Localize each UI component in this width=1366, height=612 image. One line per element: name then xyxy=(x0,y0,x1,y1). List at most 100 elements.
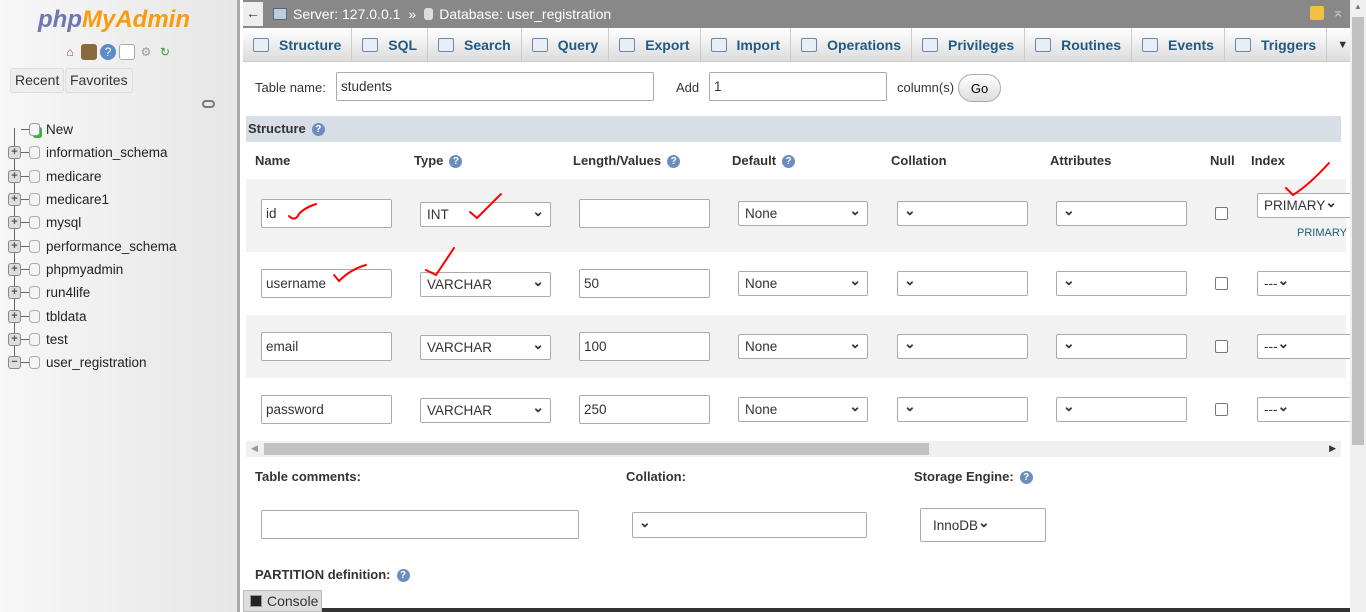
column-attributes-select[interactable] xyxy=(1056,334,1187,359)
tree-item-test[interactable]: + test xyxy=(8,328,177,351)
tree-item-label[interactable]: test xyxy=(46,332,68,347)
storage-engine-select[interactable]: InnoDB xyxy=(920,508,1046,542)
column-index-select[interactable]: --- xyxy=(1257,271,1350,296)
column-default-select[interactable]: None xyxy=(738,201,868,226)
collapse-icon[interactable]: − xyxy=(8,356,21,370)
column-name-input[interactable] xyxy=(261,394,392,424)
tree-item-label[interactable]: medicare xyxy=(46,169,102,184)
tree-item-mysql[interactable]: + mysql xyxy=(8,211,177,234)
expand-icon[interactable]: + xyxy=(8,309,21,323)
tree-item-label[interactable]: performance_schema xyxy=(46,239,177,254)
column-null-checkbox[interactable] xyxy=(1215,340,1228,353)
tab-routines[interactable]: Routines xyxy=(1025,28,1133,61)
tree-item-label[interactable]: information_schema xyxy=(46,145,168,160)
expand-icon[interactable]: + xyxy=(8,169,21,183)
tree-item-label[interactable]: medicare1 xyxy=(46,192,109,207)
column-attributes-select[interactable] xyxy=(1056,201,1187,226)
horizontal-scrollbar[interactable]: ◀ ▶ xyxy=(246,441,1341,457)
tab-query[interactable]: Query xyxy=(522,28,610,61)
tab-triggers[interactable]: Triggers xyxy=(1225,28,1328,61)
tree-item-user-registration[interactable]: − user_registration xyxy=(8,351,177,374)
column-length-input[interactable] xyxy=(579,332,710,361)
help-icon[interactable]: ? xyxy=(1019,471,1033,485)
column-null-checkbox[interactable] xyxy=(1215,402,1228,416)
add-columns-input[interactable] xyxy=(709,72,887,101)
column-null-checkbox[interactable] xyxy=(1215,277,1228,290)
tree-item-run4life[interactable]: + run4life xyxy=(8,281,177,304)
scroll-right-icon[interactable]: ▶ xyxy=(1329,443,1336,454)
vertical-scrollbar[interactable]: ▲ xyxy=(1350,0,1366,612)
column-type-select[interactable]: VARCHAR xyxy=(420,397,551,423)
column-type-select[interactable]: INT xyxy=(420,202,551,227)
tab-privileges[interactable]: Privileges xyxy=(912,28,1026,61)
tree-item-label[interactable]: user_registration xyxy=(46,355,147,370)
scroll-up-icon[interactable]: ▲ xyxy=(1354,2,1362,11)
column-length-input[interactable] xyxy=(579,269,710,298)
tree-item-phpmyadmin[interactable]: + phpmyadmin xyxy=(8,258,177,281)
help-icon[interactable]: ? xyxy=(449,155,463,169)
expand-icon[interactable]: + xyxy=(8,332,21,346)
column-collation-select[interactable] xyxy=(897,201,1028,226)
column-length-input[interactable] xyxy=(579,394,710,424)
column-name-input[interactable] xyxy=(261,199,392,228)
column-index-select[interactable]: --- xyxy=(1257,396,1350,422)
tree-item-label[interactable]: phpmyadmin xyxy=(46,262,123,277)
reload-icon[interactable]: ↻ xyxy=(157,44,173,60)
tab-operations[interactable]: Operations xyxy=(791,28,912,61)
phpmyadmin-logo[interactable]: phpMyAdmin xyxy=(38,6,190,34)
docs-icon[interactable] xyxy=(119,44,135,60)
column-collation-select[interactable] xyxy=(897,396,1028,422)
horizontal-scroll-thumb[interactable] xyxy=(264,443,929,455)
settings-icon[interactable]: ⚙ xyxy=(138,44,154,60)
column-collation-select[interactable] xyxy=(897,271,1028,296)
breadcrumb-database[interactable]: Database: user_registration xyxy=(439,6,611,22)
column-type-select[interactable]: VARCHAR xyxy=(420,335,551,360)
help-icon[interactable]: ? xyxy=(667,155,681,169)
collapse-top-icon[interactable]: ⌅ xyxy=(1332,4,1344,21)
tree-item-label[interactable]: tbldata xyxy=(46,309,87,324)
column-default-select[interactable]: None xyxy=(738,396,868,422)
column-name-input[interactable] xyxy=(261,332,392,361)
column-length-input[interactable] xyxy=(579,199,710,228)
help-icon[interactable]: ? xyxy=(311,123,325,137)
recent-button[interactable]: Recent xyxy=(10,68,65,93)
tree-item-information-schema[interactable]: + information_schema xyxy=(8,141,177,164)
home-icon[interactable]: ⌂ xyxy=(62,44,78,60)
tab-search[interactable]: Search xyxy=(428,28,522,61)
lock-icon[interactable] xyxy=(1310,6,1324,20)
column-default-select[interactable]: None xyxy=(738,334,868,359)
tree-item-label[interactable]: run4life xyxy=(46,285,90,300)
tab-m[interactable]: ▼M xyxy=(1327,28,1350,61)
scroll-left-icon[interactable]: ◀ xyxy=(251,443,258,454)
console-tab[interactable]: Console xyxy=(243,590,322,612)
column-attributes-select[interactable] xyxy=(1056,396,1187,422)
column-null-checkbox[interactable] xyxy=(1215,207,1228,220)
table-comments-input[interactable] xyxy=(261,510,579,539)
tree-item-performance-schema[interactable]: + performance_schema xyxy=(8,234,177,257)
tab-export[interactable]: Export xyxy=(609,28,701,61)
expand-icon[interactable]: + xyxy=(8,239,21,253)
table-name-input[interactable] xyxy=(336,72,654,101)
tree-item-medicare[interactable]: + medicare xyxy=(8,165,177,188)
column-index-select[interactable]: PRIMARY xyxy=(1257,193,1350,218)
tab-sql[interactable]: SQL xyxy=(352,28,429,61)
column-type-select[interactable]: VARCHAR xyxy=(420,272,551,297)
tree-item-tbldata[interactable]: + tbldata xyxy=(8,304,177,327)
link-icon[interactable] xyxy=(202,100,215,108)
column-default-select[interactable]: None xyxy=(738,271,868,296)
expand-icon[interactable]: + xyxy=(8,286,21,300)
help-icon[interactable]: ? xyxy=(782,155,796,169)
tab-events[interactable]: Events xyxy=(1132,28,1225,61)
column-name-input[interactable] xyxy=(261,269,392,298)
tree-item-label[interactable]: New xyxy=(46,122,73,137)
expand-icon[interactable]: + xyxy=(8,146,21,160)
tab-structure[interactable]: Structure xyxy=(243,28,353,61)
breadcrumb-server[interactable]: Server: 127.0.0.1 xyxy=(293,6,400,22)
table-collation-select[interactable] xyxy=(632,512,867,538)
column-collation-select[interactable] xyxy=(897,334,1028,359)
expand-icon[interactable]: + xyxy=(8,193,21,207)
column-index-select[interactable]: --- xyxy=(1257,334,1350,359)
favorites-button[interactable]: Favorites xyxy=(65,68,133,93)
logout-icon[interactable] xyxy=(81,44,97,60)
help-icon[interactable]: ? xyxy=(100,44,116,60)
